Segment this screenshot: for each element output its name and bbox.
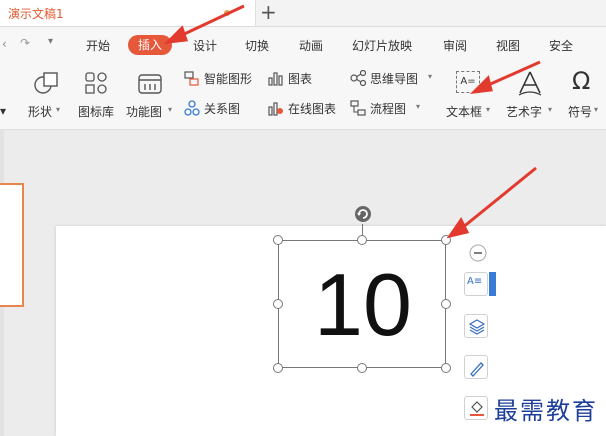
watermark: 最需教育: [494, 397, 598, 425]
arrow-head-handle: [446, 217, 470, 239]
arrow-head-insert: [163, 25, 189, 44]
arrow-to-textbox: [485, 60, 541, 88]
arrow-head-textbox: [469, 75, 493, 94]
annotation-arrows: [163, 4, 541, 239]
arrow-to-handle: [461, 166, 537, 230]
arrow-to-insert: [179, 4, 245, 38]
